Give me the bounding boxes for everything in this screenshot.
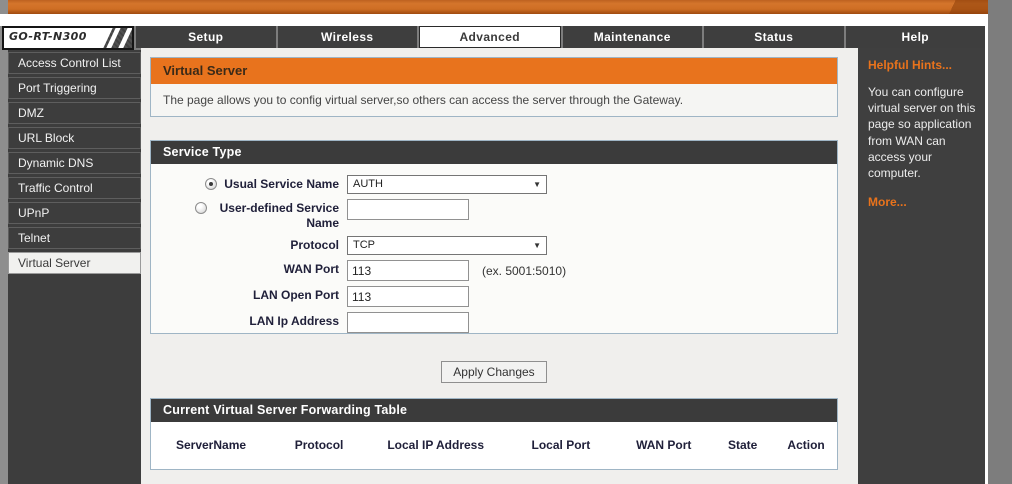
sidebar-item-upnp[interactable]: UPnP xyxy=(8,202,141,224)
usual-service-select[interactable]: AUTH ▼ xyxy=(347,175,547,194)
protocol-select[interactable]: TCP ▼ xyxy=(347,236,547,255)
hints-right-separator xyxy=(985,26,988,484)
wan-port-label: WAN Port xyxy=(284,262,339,277)
protocol-row: Protocol TCP ▼ xyxy=(151,236,837,255)
col-action: Action xyxy=(775,438,837,452)
intro-panel: Virtual Server The page allows you to co… xyxy=(150,57,838,117)
wan-port-input[interactable] xyxy=(347,260,469,281)
forwarding-table-panel: Current Virtual Server Forwarding Table … xyxy=(150,398,838,470)
top-banner xyxy=(8,0,988,14)
apply-changes-button[interactable]: Apply Changes xyxy=(441,361,546,383)
sidebar-item-telnet[interactable]: Telnet xyxy=(8,227,141,249)
hints-more-link[interactable]: More... xyxy=(868,195,977,209)
usual-service-value: AUTH xyxy=(353,176,383,193)
sidebar-menu: Access Control List Port Triggering DMZ … xyxy=(8,50,141,484)
sidebar-item-virtual-server[interactable]: Virtual Server xyxy=(8,252,141,274)
tab-setup[interactable]: Setup xyxy=(136,26,276,48)
service-type-heading: Service Type xyxy=(151,141,837,164)
usual-service-label: Usual Service Name xyxy=(224,177,339,192)
dropdown-arrow-icon: ▼ xyxy=(533,237,541,254)
helpful-hints-panel: Helpful Hints... You can configure virtu… xyxy=(858,48,985,484)
lan-open-port-input[interactable] xyxy=(347,286,469,307)
lan-ip-row: LAN Ip Address xyxy=(151,312,837,333)
tab-wireless[interactable]: Wireless xyxy=(278,26,418,48)
col-servername: ServerName xyxy=(151,438,271,452)
tab-help[interactable]: Help xyxy=(846,26,986,48)
left-edge-strip xyxy=(0,0,8,484)
user-defined-radio[interactable] xyxy=(195,202,207,214)
lan-ip-input[interactable] xyxy=(347,312,469,333)
tab-status[interactable]: Status xyxy=(704,26,844,48)
lan-ip-label: LAN Ip Address xyxy=(249,314,339,329)
col-state: State xyxy=(710,438,775,452)
user-defined-input[interactable] xyxy=(347,199,469,220)
protocol-value: TCP xyxy=(353,237,375,254)
banner-separator xyxy=(0,14,988,26)
wan-port-hint: (ex. 5001:5010) xyxy=(482,264,566,278)
usual-service-row: Usual Service Name AUTH ▼ xyxy=(151,175,837,194)
page-description: The page allows you to config virtual se… xyxy=(151,84,837,116)
device-logo: GO-RT-N300 xyxy=(2,26,134,50)
user-defined-label: User-defined Service Name xyxy=(214,201,339,231)
sidebar-item-dmz[interactable]: DMZ xyxy=(8,102,141,124)
hints-body: You can configure virtual server on this… xyxy=(868,84,977,181)
col-protocol: Protocol xyxy=(271,438,367,452)
forwarding-table-heading: Current Virtual Server Forwarding Table xyxy=(151,399,837,422)
usual-service-radio[interactable] xyxy=(205,178,217,190)
page-title: Virtual Server xyxy=(151,58,837,84)
service-type-panel: Service Type Usual Service Name AUTH ▼ xyxy=(150,140,838,334)
sidebar-item-url-block[interactable]: URL Block xyxy=(8,127,141,149)
apply-row: Apply Changes xyxy=(150,361,838,383)
service-type-form: Usual Service Name AUTH ▼ User-defined S… xyxy=(151,164,837,333)
protocol-label: Protocol xyxy=(290,238,339,253)
hints-title: Helpful Hints... xyxy=(868,58,977,72)
wan-port-row: WAN Port (ex. 5001:5010) xyxy=(151,260,837,281)
banner-corner-decoration xyxy=(908,0,988,14)
logo-text: GO-RT-N300 xyxy=(9,30,87,43)
sidebar-item-traffic-control[interactable]: Traffic Control xyxy=(8,177,141,199)
col-wan-port: WAN Port xyxy=(617,438,710,452)
tab-advanced[interactable]: Advanced xyxy=(419,26,561,48)
sidebar-item-port-triggering[interactable]: Port Triggering xyxy=(8,77,141,99)
main-nav-tabs: Setup Wireless Advanced Maintenance Stat… xyxy=(136,26,985,48)
col-local-ip-address: Local IP Address xyxy=(367,438,504,452)
sidebar-item-dynamic-dns[interactable]: Dynamic DNS xyxy=(8,152,141,174)
forwarding-table-header-row: ServerName Protocol Local IP Address Loc… xyxy=(151,422,837,452)
dropdown-arrow-icon: ▼ xyxy=(533,176,541,193)
router-admin-screen: GO-RT-N300 Setup Wireless Advanced Maint… xyxy=(0,0,1012,484)
lan-open-port-label: LAN Open Port xyxy=(253,288,339,303)
col-local-port: Local Port xyxy=(504,438,617,452)
tab-maintenance[interactable]: Maintenance xyxy=(563,26,703,48)
main-content: Virtual Server The page allows you to co… xyxy=(141,48,858,484)
user-defined-row: User-defined Service Name xyxy=(151,199,837,231)
sidebar-item-access-control-list[interactable]: Access Control List xyxy=(8,52,141,74)
lan-open-port-row: LAN Open Port xyxy=(151,286,837,307)
